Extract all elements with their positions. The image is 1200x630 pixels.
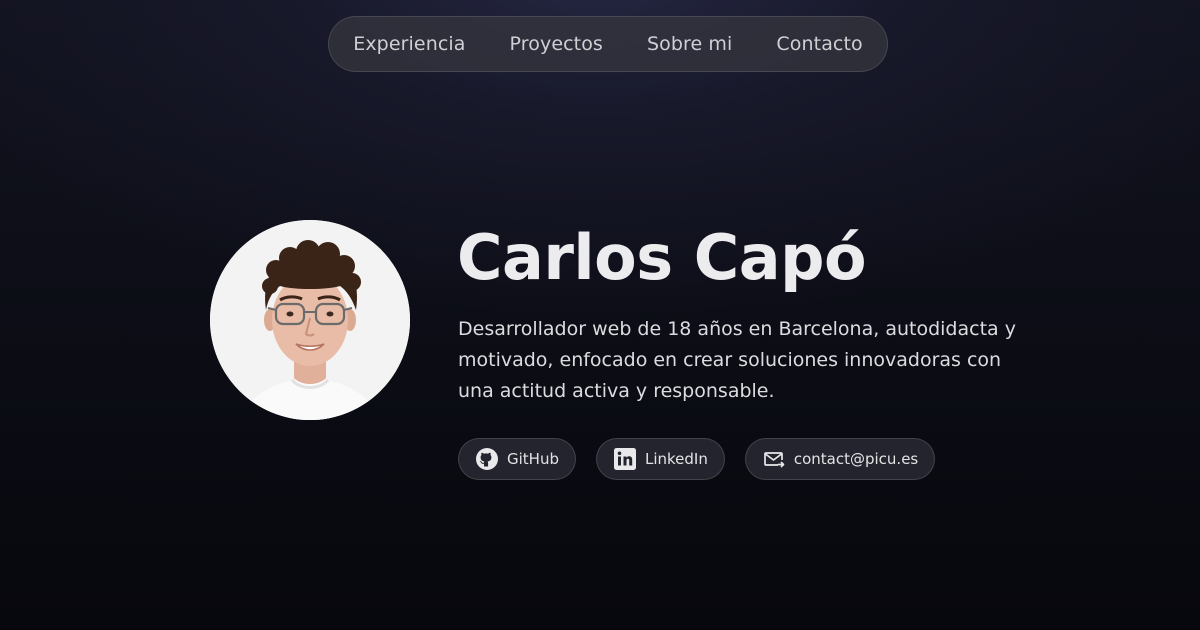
social-links: GitHub LinkedIn contact@picu.es — [458, 438, 936, 480]
github-link[interactable]: GitHub — [458, 438, 576, 480]
github-icon — [475, 447, 499, 471]
avatar — [210, 220, 410, 420]
nav-link-proyectos[interactable]: Proyectos — [488, 33, 625, 55]
top-nav: Experiencia Proyectos Sobre mi Contacto — [328, 16, 888, 72]
nav-link-contacto[interactable]: Contacto — [754, 33, 884, 55]
github-label: GitHub — [507, 450, 559, 468]
profile-bio: Desarrollador web de 18 años en Barcelon… — [458, 318, 1016, 402]
mail-icon — [762, 447, 786, 471]
nav-link-experiencia[interactable]: Experiencia — [331, 33, 487, 55]
profile-name: Carlos Capó — [457, 221, 867, 294]
linkedin-link[interactable]: LinkedIn — [595, 438, 725, 480]
email-link[interactable]: contact@picu.es — [744, 438, 936, 480]
nav-link-sobre-mi[interactable]: Sobre mi — [625, 33, 754, 55]
profile-photo — [210, 220, 410, 420]
email-label: contact@picu.es — [793, 450, 919, 468]
linkedin-label: LinkedIn — [644, 450, 708, 468]
linkedin-icon — [613, 447, 637, 471]
